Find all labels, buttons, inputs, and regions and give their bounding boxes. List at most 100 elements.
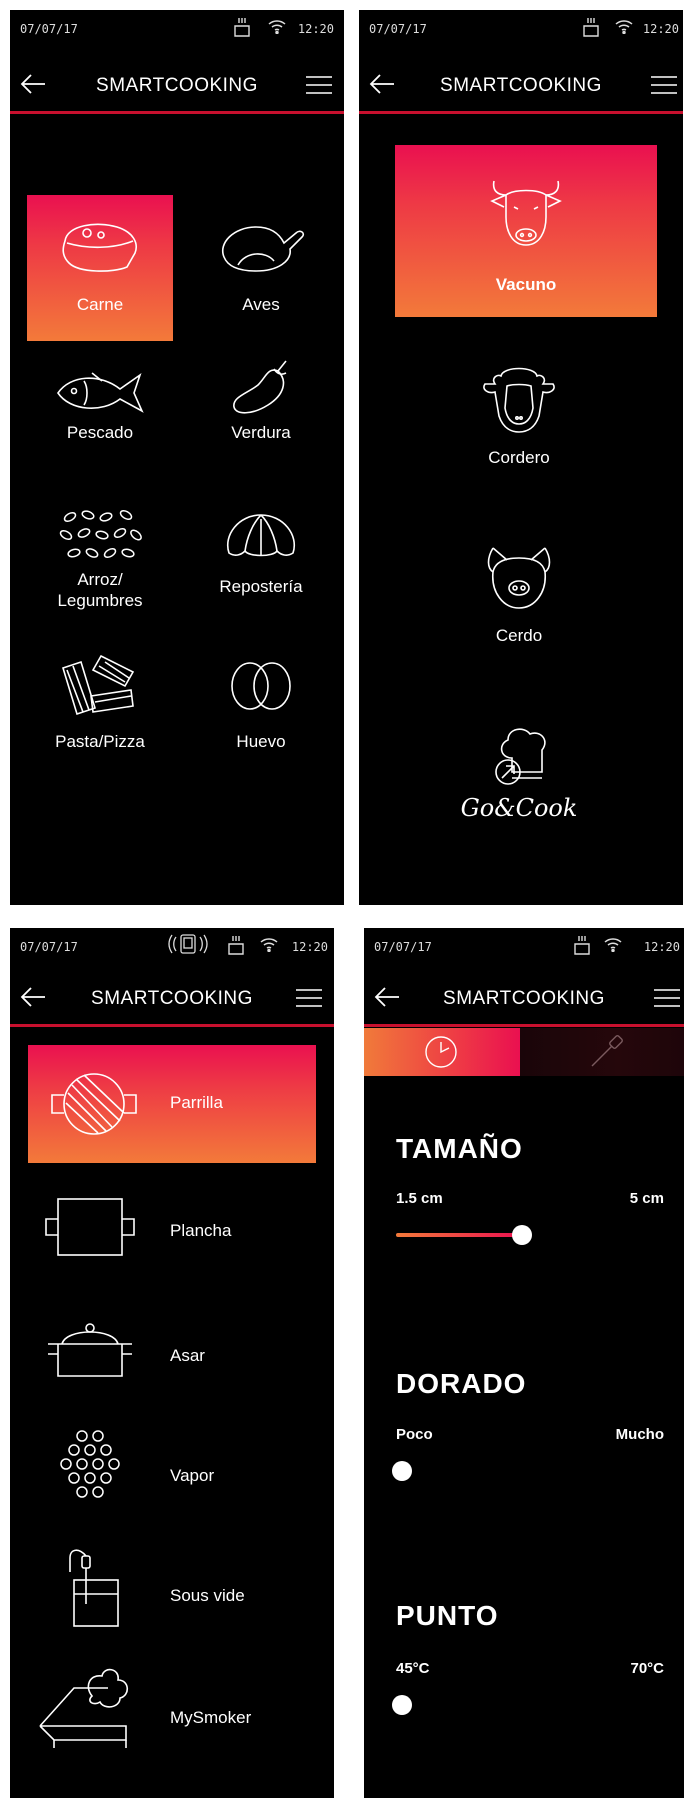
screen-meat-type-select: 07/07/17 12:20 SMARTCOOKING Vacuno Corde… bbox=[359, 10, 683, 905]
status-bar: 07/07/17 12:20 bbox=[10, 10, 344, 46]
page-title: SMARTCOOKING bbox=[440, 75, 602, 96]
hamburger-menu-icon[interactable] bbox=[651, 75, 677, 100]
method-label: Sous vide bbox=[170, 1586, 245, 1605]
section-title-size: TAMAÑO bbox=[396, 1133, 523, 1164]
browning-max-label: Mucho bbox=[615, 1426, 664, 1443]
method-row-mysmoker[interactable]: MySmoker bbox=[10, 1658, 334, 1778]
pot-status-icon bbox=[232, 16, 252, 41]
clock-icon bbox=[422, 1034, 460, 1075]
size-slider-thumb[interactable] bbox=[512, 1225, 532, 1245]
chef-hat-icon bbox=[419, 718, 619, 788]
category-tile-verdura[interactable]: Verdura bbox=[188, 345, 334, 491]
tab-probe[interactable] bbox=[520, 1028, 684, 1076]
method-row-vapor[interactable]: Vapor bbox=[10, 1418, 334, 1538]
category-label: Huevo bbox=[236, 732, 286, 751]
meat-type-tile-cordero[interactable]: Cordero bbox=[419, 362, 619, 492]
wifi-icon bbox=[260, 936, 278, 955]
method-row-asar[interactable]: Asar bbox=[10, 1298, 334, 1418]
chicken-icon bbox=[188, 195, 334, 275]
size-min-label: 1.5 cm bbox=[396, 1190, 443, 1207]
browning-min-label: Poco bbox=[396, 1426, 433, 1443]
page-title: SMARTCOOKING bbox=[91, 988, 253, 1009]
pot-status-icon bbox=[572, 934, 592, 959]
hamburger-menu-icon[interactable] bbox=[306, 75, 332, 100]
wifi-icon bbox=[268, 18, 286, 37]
browning-slider-thumb[interactable] bbox=[392, 1461, 412, 1481]
meat-type-label: Cordero bbox=[488, 448, 550, 467]
section-title-doneness: PUNTO bbox=[396, 1600, 499, 1631]
category-tile-pasta-pizza[interactable]: Pasta/Pizza bbox=[27, 650, 173, 796]
method-row-parrilla[interactable]: Parrilla bbox=[28, 1045, 316, 1163]
category-tile-reposteria[interactable]: Repostería bbox=[188, 495, 334, 641]
method-row-plancha[interactable]: Plancha bbox=[10, 1173, 334, 1293]
category-label: Pasta/Pizza bbox=[55, 732, 145, 751]
section-title-browning: DORADO bbox=[396, 1368, 527, 1399]
meat-type-tile-cerdo[interactable]: Cerdo bbox=[419, 542, 619, 672]
status-time: 12:20 bbox=[291, 940, 328, 954]
method-row-sous-vide[interactable]: Sous vide bbox=[10, 1538, 334, 1658]
category-tile-aves[interactable]: Aves bbox=[188, 195, 334, 341]
status-time: 12:20 bbox=[642, 22, 679, 36]
status-time: 12:20 bbox=[643, 940, 680, 954]
pot-status-icon bbox=[226, 934, 246, 959]
doneness-slider[interactable] bbox=[392, 1694, 652, 1716]
cow-icon bbox=[395, 145, 657, 249]
smoker-icon bbox=[30, 1664, 130, 1754]
grill-pan-icon bbox=[46, 1059, 146, 1149]
pasta-icon bbox=[27, 650, 173, 716]
browning-slider[interactable] bbox=[392, 1460, 652, 1482]
wifi-icon bbox=[604, 936, 622, 955]
page-title: SMARTCOOKING bbox=[443, 988, 605, 1009]
go-and-cook-label: Go&Cook bbox=[460, 794, 578, 822]
app-header: SMARTCOOKING bbox=[10, 968, 334, 1027]
go-and-cook-button[interactable]: Go&Cook bbox=[419, 718, 619, 868]
tab-time[interactable] bbox=[364, 1028, 520, 1076]
method-label: Vapor bbox=[170, 1466, 215, 1485]
category-label: Verdura bbox=[231, 423, 291, 442]
category-tile-carne[interactable]: Carne bbox=[27, 195, 173, 341]
meat-type-label: Cerdo bbox=[495, 626, 543, 645]
category-label-line1: Arroz/ bbox=[77, 570, 123, 589]
steam-icon bbox=[40, 1428, 140, 1518]
category-label: Carne bbox=[76, 295, 124, 314]
size-max-label: 5 cm bbox=[629, 1190, 664, 1207]
status-date: 07/07/17 bbox=[20, 22, 78, 36]
doneness-slider-thumb[interactable] bbox=[392, 1695, 412, 1715]
app-header: SMARTCOOKING bbox=[10, 55, 344, 114]
egg-icon bbox=[188, 650, 334, 712]
meat-type-tile-vacuno[interactable]: Vacuno bbox=[395, 145, 657, 317]
status-date: 07/07/17 bbox=[20, 940, 78, 954]
wifi-icon bbox=[615, 18, 633, 37]
category-tile-arroz-legumbres[interactable]: Arroz/ Legumbres bbox=[27, 495, 173, 641]
status-bar: 07/07/17 12:20 bbox=[359, 10, 683, 46]
status-date: 07/07/17 bbox=[374, 940, 432, 954]
doneness-max-label: 70°C bbox=[630, 1660, 664, 1677]
category-label: Repostería bbox=[219, 577, 303, 596]
doneness-min-label: 45°C bbox=[396, 1660, 430, 1677]
category-tile-huevo[interactable]: Huevo bbox=[188, 650, 334, 796]
rice-icon bbox=[27, 495, 173, 567]
method-label: MySmoker bbox=[170, 1708, 252, 1727]
nfc-phone-icon bbox=[168, 933, 208, 958]
category-label: Pescado bbox=[66, 423, 134, 442]
griddle-icon bbox=[40, 1187, 140, 1277]
method-label: Parrilla bbox=[170, 1093, 223, 1112]
hamburger-menu-icon[interactable] bbox=[654, 988, 680, 1013]
category-label: Aves bbox=[242, 295, 280, 314]
size-slider-track bbox=[396, 1233, 522, 1237]
probe-icon bbox=[588, 1034, 628, 1075]
screen-category-select: 07/07/17 12:20 SMARTCOOKING Carne Aves P… bbox=[10, 10, 344, 905]
eggplant-icon bbox=[188, 345, 334, 419]
category-label: Arroz/ Legumbres bbox=[27, 569, 173, 611]
size-slider[interactable] bbox=[396, 1224, 532, 1246]
meat-icon bbox=[27, 195, 173, 275]
screen-cooking-method-select: 07/07/17 12:20 SMARTCOOKING Parrilla Pla… bbox=[10, 928, 334, 1798]
hamburger-menu-icon[interactable] bbox=[296, 988, 322, 1013]
app-header: SMARTCOOKING bbox=[359, 55, 683, 114]
status-time: 12:20 bbox=[297, 22, 334, 36]
roasting-pot-icon bbox=[40, 1314, 140, 1404]
category-tile-pescado[interactable]: Pescado bbox=[27, 345, 173, 491]
fish-icon bbox=[27, 345, 173, 417]
sous-vide-icon bbox=[40, 1542, 140, 1632]
status-bar: 07/07/17 12:20 bbox=[364, 928, 684, 964]
